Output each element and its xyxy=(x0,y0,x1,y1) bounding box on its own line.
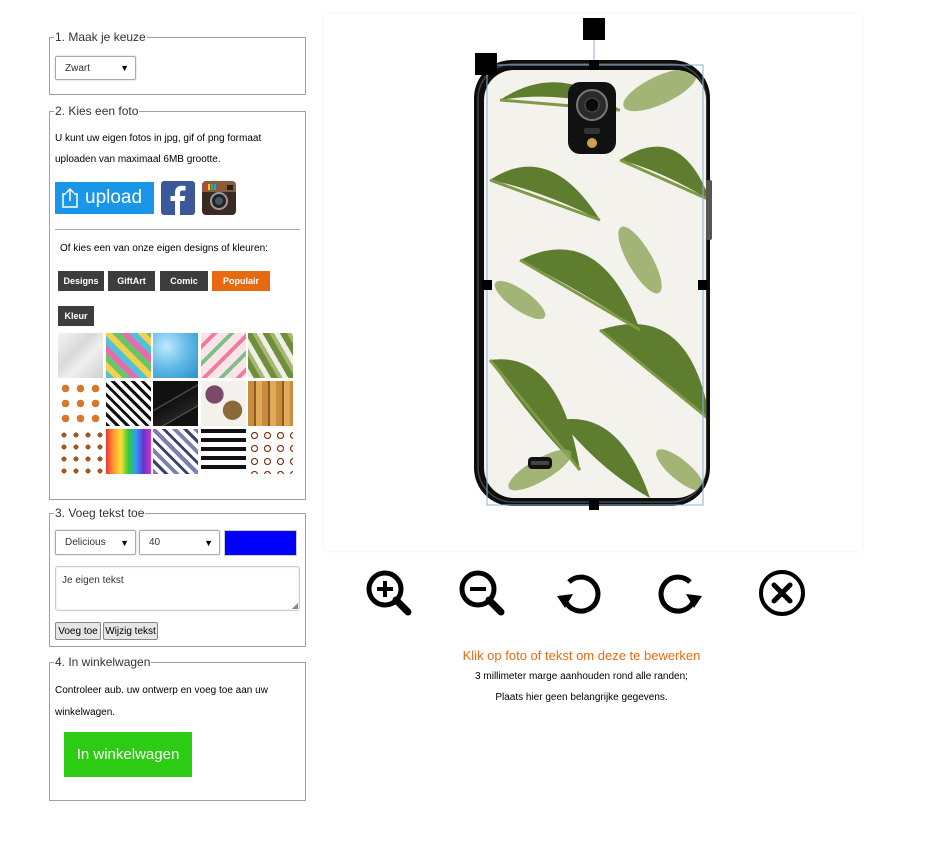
font-select[interactable]: Delicious ▼ xyxy=(55,530,136,555)
design-tile-bamboo[interactable] xyxy=(248,381,293,426)
rotate-right-icon[interactable] xyxy=(654,568,704,618)
custom-text-placeholder: Je eigen tekst xyxy=(62,575,124,586)
font-size-value: 40 xyxy=(149,537,161,548)
design-tile-palm-leaves[interactable] xyxy=(248,333,293,378)
instagram-icon[interactable] xyxy=(202,181,236,215)
designs-intro: Of kies een van onze eigen designs of kl… xyxy=(60,243,268,254)
step2-legend: 2. Kies een foto xyxy=(55,104,139,118)
step4-panel: 4. In winkelwagen xyxy=(49,656,306,801)
upload-button[interactable]: upload xyxy=(55,182,154,214)
facebook-icon[interactable] xyxy=(161,181,195,215)
design-tile-croissants[interactable] xyxy=(58,381,103,426)
margin-note-line2: Plaats hier geen belangrijke gegevens. xyxy=(495,692,668,703)
add-to-cart-button[interactable]: In winkelwagen xyxy=(64,732,192,777)
tab-giftart[interactable]: GiftArt xyxy=(108,271,155,291)
design-tile-paint-drips[interactable] xyxy=(106,429,151,474)
zoom-in-icon[interactable] xyxy=(364,568,414,618)
cart-intro-line1: Controleer aub. uw ontwerp en voeg toe a… xyxy=(55,685,268,696)
upload-label: upload xyxy=(85,187,143,208)
custom-text-input[interactable]: Je eigen tekst ◢ xyxy=(55,566,300,611)
design-tile-black-marble[interactable] xyxy=(153,381,198,426)
design-tile-flamingos[interactable] xyxy=(201,333,246,378)
divider xyxy=(55,229,300,230)
zoom-out-icon[interactable] xyxy=(457,568,507,618)
cart-intro-line2: winkelwagen. xyxy=(55,707,116,718)
resize-handle-icon: ◢ xyxy=(291,601,298,610)
step1-legend: 1. Maak je keuze xyxy=(55,30,146,44)
preview-canvas[interactable] xyxy=(324,14,862,551)
tab-kleur[interactable]: Kleur xyxy=(58,306,94,326)
chevron-down-icon: ▼ xyxy=(120,537,129,548)
tab-populair[interactable]: Populair xyxy=(212,271,270,291)
upload-intro-line2: uploaden van maximaal 6MB grootte. xyxy=(55,154,221,165)
tab-designs[interactable]: Designs xyxy=(58,271,104,291)
upload-intro-line1: U kunt uw eigen fotos in jpg, gif of png… xyxy=(55,133,262,144)
step3-legend: 3. Voeg tekst toe xyxy=(55,506,145,520)
design-tile-pineapples[interactable] xyxy=(106,333,151,378)
chevron-down-icon: ▼ xyxy=(120,63,129,73)
design-tile-animal-print[interactable] xyxy=(248,429,293,474)
case-color-select[interactable]: Zwart ▼ xyxy=(55,56,136,80)
case-color-value: Zwart xyxy=(65,62,90,74)
design-tile-chevron[interactable] xyxy=(106,381,151,426)
edit-text-button[interactable]: Wijzig tekst xyxy=(103,622,158,640)
design-tile-birds[interactable] xyxy=(58,429,103,474)
edit-hint: Klik op foto of tekst om deze te bewerke… xyxy=(462,648,701,663)
rotate-left-icon[interactable] xyxy=(555,568,605,618)
delete-icon[interactable] xyxy=(757,568,807,618)
font-value: Delicious xyxy=(65,537,106,548)
font-size-select[interactable]: 40 ▼ xyxy=(139,530,220,555)
margin-note-line1: 3 millimeter marge aanhouden rond alle r… xyxy=(475,671,688,682)
design-tile-blue-glitter[interactable] xyxy=(153,333,198,378)
design-tile-herringbone[interactable] xyxy=(153,429,198,474)
text-color-swatch[interactable] xyxy=(224,530,297,556)
add-text-button[interactable]: Voeg toe xyxy=(55,622,101,640)
step4-legend: 4. In winkelwagen xyxy=(55,655,151,669)
share-upload-icon xyxy=(62,187,78,208)
phone-case-preview[interactable] xyxy=(324,14,862,551)
tab-comic[interactable]: Comic xyxy=(160,271,208,291)
design-tile-autumn-leaves[interactable] xyxy=(201,381,246,426)
design-tile-marble[interactable] xyxy=(58,333,103,378)
chevron-down-icon: ▼ xyxy=(204,537,213,548)
design-tile-brush-stripes[interactable] xyxy=(201,429,246,474)
